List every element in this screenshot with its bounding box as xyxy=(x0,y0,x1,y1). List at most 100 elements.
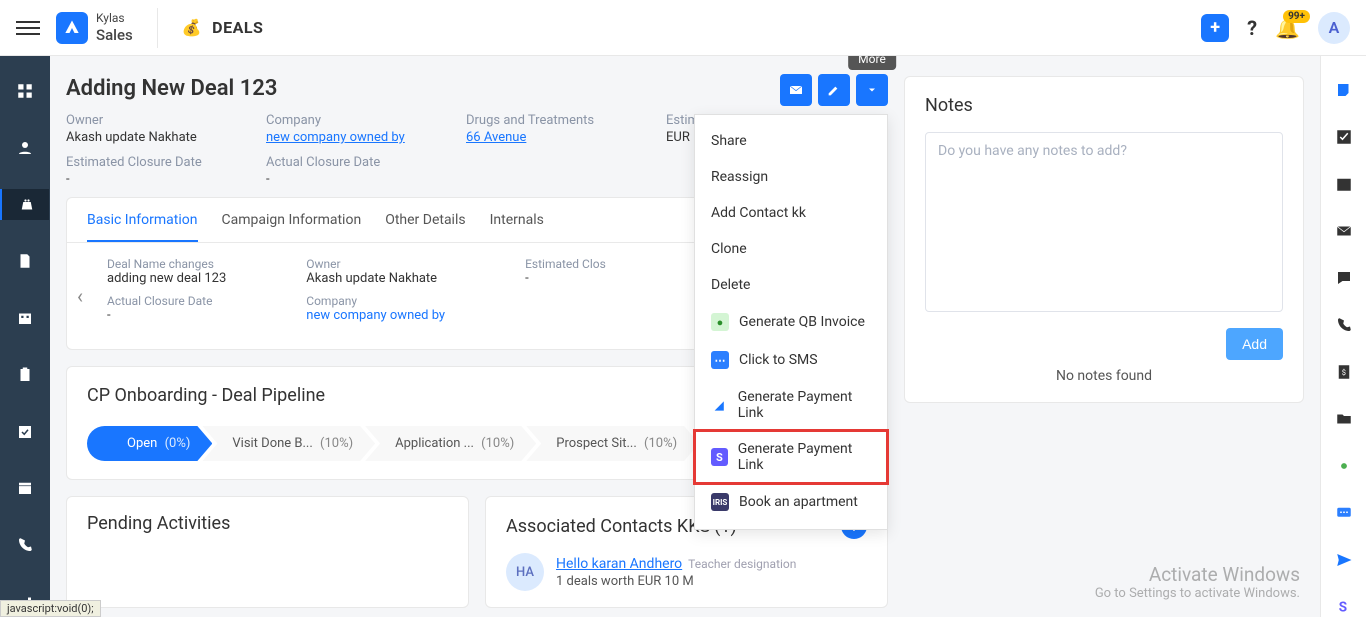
drugs-link[interactable]: 66 Avenue xyxy=(466,130,526,145)
dropdown-share[interactable]: Share xyxy=(695,123,887,159)
dropdown-generate-qb[interactable]: ●Generate QB Invoice xyxy=(695,303,887,341)
dropdown-book-apartment[interactable]: IRISBook an apartment xyxy=(695,483,887,521)
tab-campaign-info[interactable]: Campaign Information xyxy=(222,212,362,242)
notes-title: Notes xyxy=(925,95,1283,116)
deals-icon: 💰 xyxy=(182,18,202,37)
brand-logo[interactable] xyxy=(56,12,88,44)
actual-closure-value: - xyxy=(266,172,406,187)
rs-email-icon[interactable] xyxy=(1334,221,1354,240)
nav-companies[interactable] xyxy=(0,303,50,334)
breadcrumb[interactable]: 💰 DEALS xyxy=(182,18,264,37)
owner-label: Owner xyxy=(66,113,206,128)
owner-label-2: Owner xyxy=(306,257,445,271)
rs-note-icon[interactable] xyxy=(1334,80,1354,99)
rs-folder-icon[interactable] xyxy=(1334,410,1354,429)
payment-icon-1: ◢ xyxy=(711,396,728,414)
add-note-button[interactable]: Add xyxy=(1226,328,1283,360)
actual-closure-label-2: Actual Closure Date xyxy=(107,294,226,308)
right-utility-bar: $ S xyxy=(1320,56,1366,617)
dropdown-reassign[interactable]: Reassign xyxy=(695,159,887,195)
contact-item: HA Hello karan Andhero Teacher designatio… xyxy=(506,553,867,591)
help-icon[interactable]: ? xyxy=(1247,16,1257,40)
actual-closure-value-2: - xyxy=(107,308,226,323)
no-notes-text: No notes found xyxy=(925,368,1283,384)
est-closure-value-2: - xyxy=(525,271,606,286)
rs-green-dot-icon[interactable] xyxy=(1334,457,1354,476)
edit-button[interactable] xyxy=(818,74,850,106)
rs-stripe-icon[interactable]: S xyxy=(1334,598,1354,617)
rs-phone-icon[interactable] xyxy=(1334,315,1354,334)
tab-other-details[interactable]: Other Details xyxy=(385,212,465,242)
global-add-button[interactable]: + xyxy=(1201,14,1229,42)
actual-closure-label: Actual Closure Date xyxy=(266,155,406,170)
tab-internals[interactable]: Internals xyxy=(490,212,544,242)
est-closure-label-2: Estimated Clos xyxy=(525,257,606,271)
nav-deals[interactable] xyxy=(0,189,49,220)
owner-value: Akash update Nakhate xyxy=(66,130,206,145)
sms-icon: ⋯ xyxy=(711,351,729,369)
brand-text: Kylas Sales xyxy=(96,11,133,43)
more-dropdown: Share Reassign Add Contact kk Clone Dele… xyxy=(694,114,888,530)
tab-basic-info[interactable]: Basic Information xyxy=(87,212,198,242)
dropdown-clone[interactable]: Clone xyxy=(695,231,887,267)
contact-role: Teacher designation xyxy=(688,557,796,571)
qb-icon: ● xyxy=(711,313,729,331)
est-closure-label: Estimated Closure Date xyxy=(66,155,206,170)
owner-value-2: Akash update Nakhate xyxy=(306,271,445,286)
header-separator xyxy=(157,8,158,48)
dropdown-delete[interactable]: Delete xyxy=(695,267,887,303)
rs-chat-icon[interactable] xyxy=(1334,268,1354,287)
left-nav xyxy=(0,56,50,617)
dropdown-generate-payment-1[interactable]: ◢Generate Payment Link xyxy=(695,379,887,431)
breadcrumb-label: DEALS xyxy=(212,18,263,37)
nav-calls[interactable] xyxy=(0,530,50,561)
contact-sub: 1 deals worth EUR 10 M xyxy=(556,574,796,589)
rs-send-icon[interactable] xyxy=(1334,551,1354,570)
notification-badge: 99+ xyxy=(1283,10,1310,23)
stage-application[interactable]: Application ... (10%) xyxy=(365,426,536,461)
company-link-2[interactable]: new company owned by xyxy=(306,308,445,323)
pending-activities-card: Pending Activities xyxy=(66,496,469,608)
notifications-button[interactable]: 🔔 99+ xyxy=(1275,16,1300,40)
nav-calendar[interactable] xyxy=(0,473,50,504)
svg-text:S: S xyxy=(1338,600,1346,616)
nav-documents[interactable] xyxy=(0,246,50,277)
stage-prospect[interactable]: Prospect Sit... (10%) xyxy=(526,426,699,461)
rs-task-icon[interactable] xyxy=(1334,127,1354,146)
dropdown-generate-payment-2[interactable]: SGenerate Payment Link xyxy=(695,431,887,483)
est-closure-value: - xyxy=(66,172,206,187)
hamburger-menu[interactable] xyxy=(16,16,40,40)
contacts-title: Associated Contacts KKS xyxy=(506,516,710,537)
notes-card: Notes Add No notes found xyxy=(904,76,1304,403)
more-tooltip: More xyxy=(848,56,896,70)
nav-contacts[interactable] xyxy=(0,133,50,164)
svg-text:$: $ xyxy=(1341,368,1345,377)
user-avatar[interactable]: A xyxy=(1318,12,1350,44)
more-button[interactable]: More Share Reassign Add Contact kk Clone… xyxy=(856,74,888,106)
company-label-2: Company xyxy=(306,294,445,308)
nav-dashboard[interactable] xyxy=(0,76,50,107)
carousel-prev-button[interactable]: ‹ xyxy=(77,284,83,308)
contact-name-link[interactable]: Hello karan Andhero xyxy=(556,556,682,572)
browser-status-bar: javascript:void(0); xyxy=(0,600,101,617)
deal-name-value: adding new deal 123 xyxy=(107,271,226,286)
rs-calendar-icon[interactable] xyxy=(1334,174,1354,193)
nav-clipboard[interactable] xyxy=(0,360,50,391)
rs-sms-icon[interactable] xyxy=(1334,504,1354,523)
drugs-label: Drugs and Treatments xyxy=(466,113,606,128)
notes-input[interactable] xyxy=(925,132,1283,312)
stage-visit-done[interactable]: Visit Done B... (10%) xyxy=(202,426,375,461)
book-icon: IRIS xyxy=(711,493,729,511)
email-button[interactable] xyxy=(780,74,812,106)
company-link[interactable]: new company owned by xyxy=(266,130,405,145)
nav-tasks[interactable] xyxy=(0,416,50,447)
rs-quote-icon[interactable]: $ xyxy=(1334,362,1354,381)
dropdown-add-contact[interactable]: Add Contact kk xyxy=(695,195,887,231)
deal-title: Adding New Deal 123 xyxy=(66,76,888,101)
contact-avatar: HA xyxy=(506,553,544,591)
stage-open[interactable]: Open (0%) xyxy=(87,426,212,461)
dropdown-click-sms[interactable]: ⋯Click to SMS xyxy=(695,341,887,379)
company-label: Company xyxy=(266,113,406,128)
stripe-icon: S xyxy=(711,448,728,466)
pending-activities-title: Pending Activities xyxy=(87,513,448,534)
